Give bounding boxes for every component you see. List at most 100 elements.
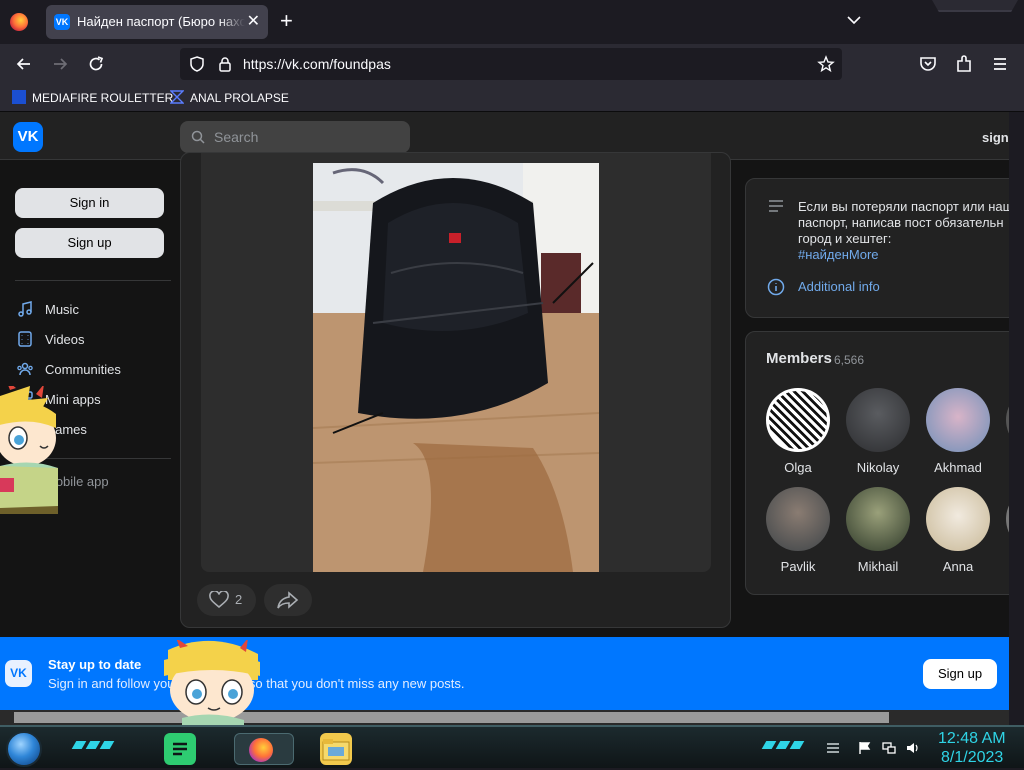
taskbar-decoration <box>99 741 115 749</box>
members-title[interactable]: Members <box>766 350 832 367</box>
sidebar-item-label: Communities <box>45 362 121 377</box>
clock-time[interactable]: 12:48 AM <box>938 730 1006 748</box>
taskbar-firefox-button[interactable] <box>234 733 294 765</box>
windows-taskbar: 12:48 AM 8/1/2023 <box>0 725 1024 768</box>
member-olga[interactable]: Olga <box>758 388 838 475</box>
vk-logo[interactable]: VK <box>13 122 43 152</box>
taskbar-decoration <box>71 741 87 749</box>
bookmark-mediafire[interactable]: MEDIAFIRE ROULETTER <box>12 90 173 106</box>
member-partial[interactable] <box>998 487 1009 551</box>
community-info-card: Если вы потеряли паспорт или наш паспорт… <box>745 178 1009 318</box>
bookmark-second[interactable]: ANAL PROLAPSE <box>170 90 289 106</box>
member-nikolay[interactable]: Nikolay <box>838 388 918 475</box>
info-icon <box>767 278 785 296</box>
reload-icon[interactable] <box>86 54 106 74</box>
firefox-menu-icon[interactable] <box>10 13 28 31</box>
hamburger-menu-icon[interactable] <box>990 54 1010 74</box>
volume-icon[interactable] <box>906 741 920 755</box>
browser-tab-bar: VK Найден паспорт (Бюро находок) ✕ + <box>0 0 1024 44</box>
taskbar-notes-app-icon[interactable] <box>164 733 196 765</box>
avatar <box>1006 487 1009 551</box>
horizontal-scrollbar[interactable] <box>0 710 1009 725</box>
network-icon[interactable] <box>882 741 896 755</box>
shield-icon[interactable] <box>188 55 206 73</box>
extensions-icon[interactable] <box>954 54 974 74</box>
wall-post: 2 <box>180 152 731 628</box>
sidebar-divider <box>15 280 171 281</box>
folder-icon <box>322 739 350 761</box>
member-akhmad[interactable]: Akhmad <box>918 388 998 475</box>
member-name: Akhmad <box>934 460 982 475</box>
browser-tab-active[interactable]: VK Найден паспорт (Бюро находок) ✕ <box>46 5 268 39</box>
sidebar-item-music[interactable]: Music <box>16 300 79 320</box>
share-button[interactable] <box>264 584 312 616</box>
member-name: Pavlik <box>780 559 816 574</box>
vk-favicon-icon: VK <box>54 14 70 30</box>
start-button[interactable] <box>6 731 42 767</box>
search-input[interactable]: Search <box>180 121 410 153</box>
cartoon-character-sticker <box>0 386 58 514</box>
search-placeholder: Search <box>214 129 259 145</box>
notes-icon <box>173 742 187 756</box>
banner-sign-up-button[interactable]: Sign up <box>923 659 997 689</box>
taskbar-decoration <box>85 741 101 749</box>
back-arrow-icon[interactable] <box>14 54 34 74</box>
lock-icon[interactable] <box>216 55 234 73</box>
description-lines-icon <box>769 200 783 212</box>
vk-logo-small: VK <box>5 660 32 687</box>
taskbar-decoration <box>761 741 777 749</box>
bookmark-label: MEDIAFIRE ROULETTER <box>32 91 174 105</box>
avatar <box>926 388 990 452</box>
cartoon-character-sticker-2 <box>164 640 260 730</box>
member-anna[interactable]: Anna <box>918 487 998 574</box>
tray-menu-icon[interactable] <box>826 741 840 755</box>
member-mikhail[interactable]: Mikhail <box>838 487 918 574</box>
action-center-flag-icon[interactable] <box>858 741 872 755</box>
members-count: 6,566 <box>834 353 865 367</box>
bookmark-star-icon[interactable] <box>817 55 835 73</box>
member-name: Anna <box>942 559 974 574</box>
post-photo-backpack[interactable] <box>313 163 599 572</box>
forward-arrow-icon[interactable] <box>50 54 70 74</box>
bookmark-label: ANAL PROLAPSE <box>190 91 289 105</box>
like-count: 2 <box>235 592 243 607</box>
avatar <box>846 388 910 452</box>
tab-list-chevron-icon[interactable] <box>846 12 862 28</box>
firefox-taskbar-icon <box>249 738 273 762</box>
avatar <box>926 487 990 551</box>
window-controls[interactable] <box>932 0 1018 12</box>
heart-icon <box>209 591 229 609</box>
pocket-icon[interactable] <box>918 54 938 74</box>
avatar <box>766 487 830 551</box>
taskbar-file-explorer-icon[interactable] <box>320 733 352 765</box>
sidebar-item-label: Music <box>45 302 79 317</box>
header-sign-in-link[interactable]: sign <box>982 130 1009 145</box>
url-text: https://vk.com/foundpas <box>243 56 391 72</box>
avatar <box>846 487 910 551</box>
avatar <box>766 388 830 452</box>
tab-close-icon[interactable]: ✕ <box>247 11 260 31</box>
banner-title: Stay up to date <box>48 657 142 672</box>
member-partial[interactable] <box>998 388 1009 452</box>
sign-up-button[interactable]: Sign up <box>15 228 164 258</box>
sign-in-button[interactable]: Sign in <box>15 188 164 218</box>
address-bar[interactable]: https://vk.com/foundpas <box>180 48 842 80</box>
horizontal-scrollbar-thumb[interactable] <box>14 712 889 723</box>
sidebar-item-communities[interactable]: Communities <box>16 360 121 380</box>
community-description: Если вы потеряли паспорт или наш паспорт… <box>798 199 1009 246</box>
post-photo-frame[interactable] <box>201 153 711 572</box>
clock-date[interactable]: 8/1/2023 <box>941 749 1003 767</box>
tab-title: Найден паспорт (Бюро находок) <box>77 14 245 29</box>
sidebar-item-videos[interactable]: Videos <box>16 330 85 350</box>
like-button[interactable]: 2 <box>197 584 256 616</box>
taskbar-decoration <box>775 741 791 749</box>
additional-info-link[interactable]: Additional info <box>798 279 880 294</box>
member-pavlik[interactable]: Pavlik <box>758 487 838 574</box>
sidebar-item-label: Videos <box>45 332 85 347</box>
video-icon <box>18 331 32 347</box>
share-icon <box>277 591 299 609</box>
member-name: Olga <box>784 460 812 475</box>
new-tab-icon[interactable]: + <box>280 9 293 33</box>
taskbar-decoration <box>789 741 805 749</box>
hashtag-link[interactable]: #найденMore <box>798 247 879 262</box>
